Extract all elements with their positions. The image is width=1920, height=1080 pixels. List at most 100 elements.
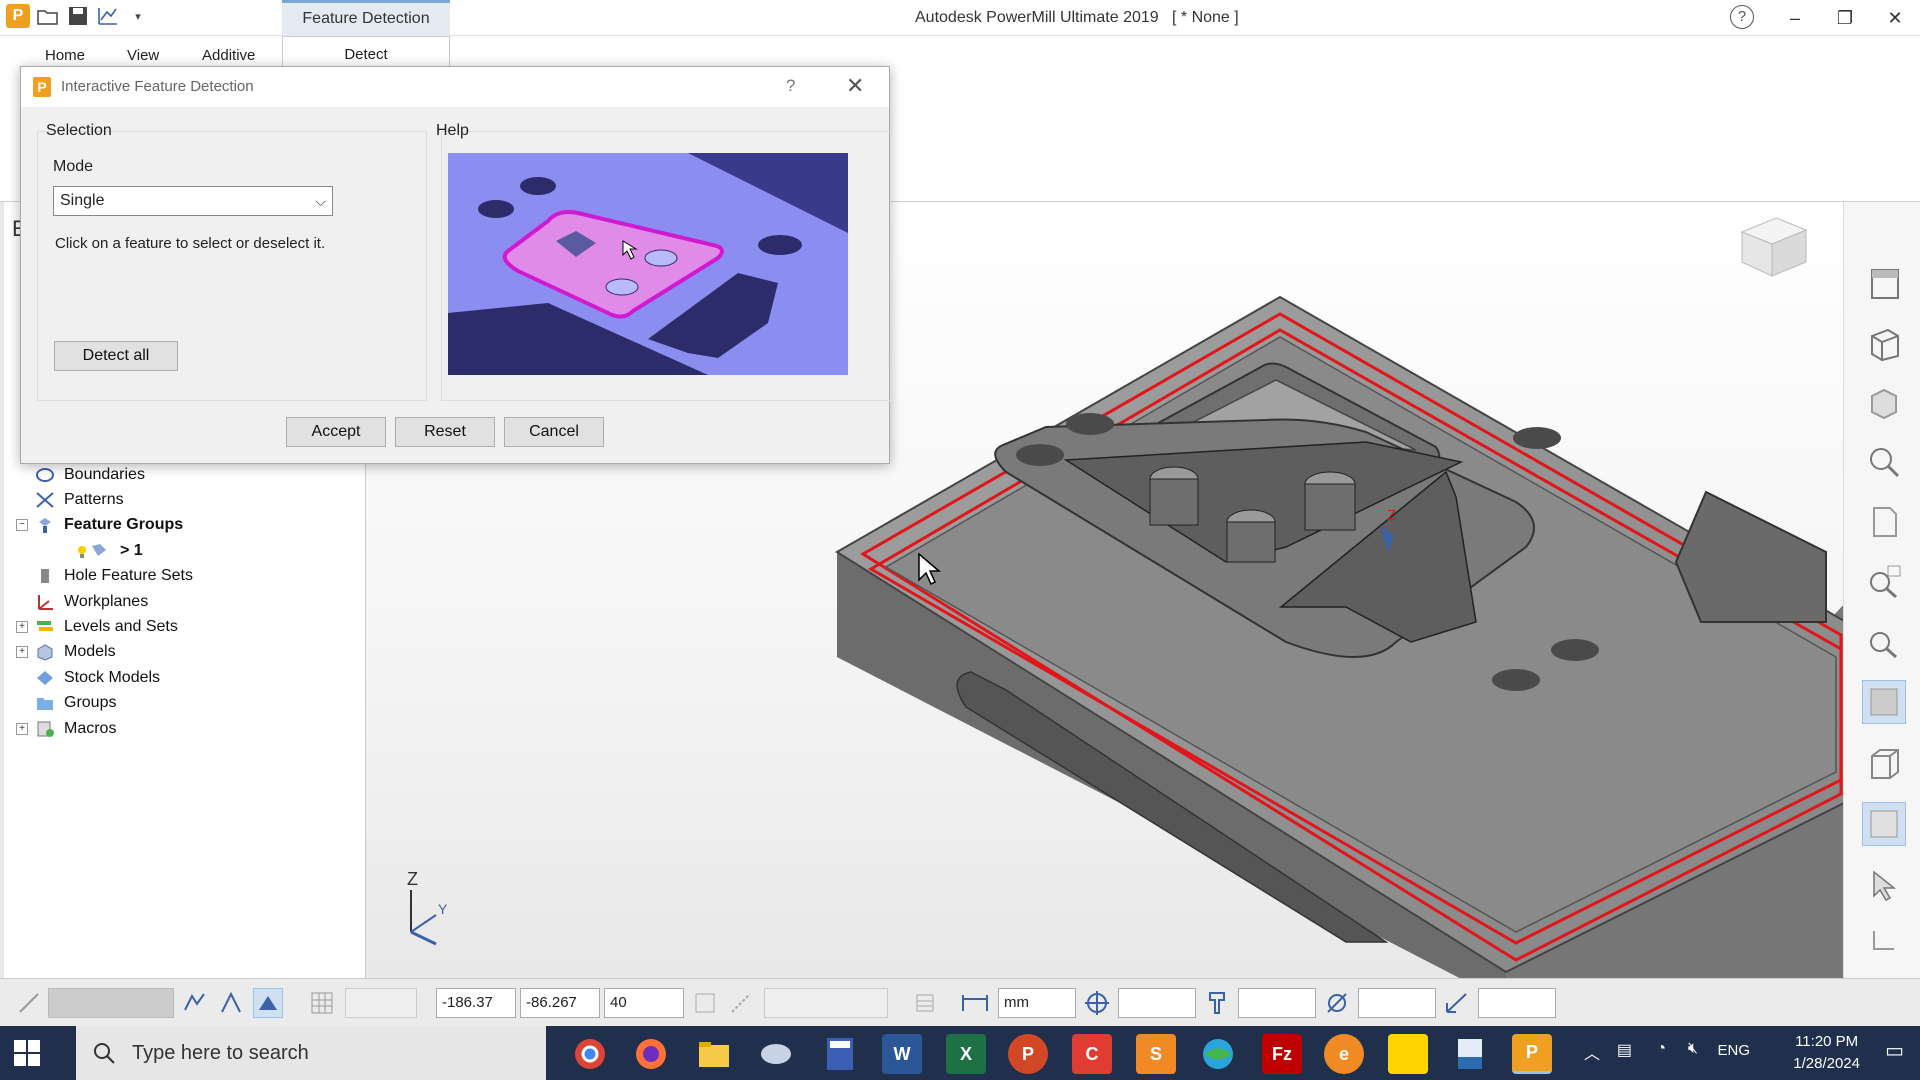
tool-icon[interactable]	[1202, 988, 1232, 1018]
taskbar-search[interactable]: Type here to search	[76, 1026, 546, 1080]
camtasia-icon[interactable]: C	[1072, 1034, 1112, 1074]
tray-expand-icon[interactable]: ︿	[1584, 1040, 1600, 1064]
zoom-box-icon[interactable]	[1862, 560, 1906, 604]
coordinate-mode-icon[interactable]	[690, 988, 720, 1018]
diameter-icon[interactable]	[1322, 988, 1352, 1018]
zoom-rotate-icon[interactable]	[1862, 440, 1906, 484]
undo-view-icon[interactable]	[1862, 917, 1906, 961]
tree-item-levels[interactable]: + Levels and Sets	[16, 614, 193, 639]
file-explorer-icon[interactable]	[694, 1034, 734, 1074]
wireframe-mode-icon[interactable]	[1862, 742, 1906, 786]
dialog-help-button[interactable]: ?	[786, 76, 795, 96]
sticky-notes-icon[interactable]	[1388, 1034, 1428, 1074]
tree-item-boundary[interactable]: Boundaries	[16, 462, 193, 487]
chart-dropdown-icon[interactable]	[96, 4, 120, 28]
language-indicator[interactable]: ENG	[1717, 1042, 1750, 1059]
tree-item-workplane[interactable]: Workplanes	[16, 589, 193, 614]
grid-spacing-field[interactable]	[345, 988, 417, 1018]
view-iso-shaded-icon[interactable]	[1862, 382, 1906, 426]
mode-select[interactable]: Single ⌵	[53, 186, 333, 216]
units-ruler-icon[interactable]	[960, 988, 990, 1018]
excel-icon[interactable]: X	[946, 1034, 986, 1074]
z-coordinate-field[interactable]: 40	[604, 988, 684, 1018]
tree-item-hole-feature[interactable]: Hole Feature Sets	[16, 564, 193, 589]
workplane-selector[interactable]	[48, 988, 174, 1018]
reset-button[interactable]: Reset	[395, 417, 495, 447]
volume-muted-icon[interactable]: 🔇︎	[1688, 1040, 1698, 1058]
close-button[interactable]: ✕	[1870, 0, 1920, 36]
measure-icon[interactable]	[726, 988, 756, 1018]
view-cube[interactable]	[1740, 217, 1808, 277]
workplane-icon	[34, 592, 56, 612]
select-arrow-icon[interactable]	[1862, 864, 1906, 908]
save-icon[interactable]	[66, 4, 90, 28]
tab-view[interactable]: View	[127, 36, 159, 70]
snagit-icon[interactable]: S	[1136, 1034, 1176, 1074]
stepover-field[interactable]	[1478, 988, 1556, 1018]
app-orange-icon[interactable]: e	[1324, 1034, 1364, 1074]
tree-item-folder[interactable]: Groups	[16, 691, 193, 716]
tree-item-stock-model[interactable]: Stock Models	[16, 665, 193, 690]
powerpoint-icon[interactable]: P	[1008, 1034, 1048, 1074]
app-shell-icon[interactable]	[756, 1034, 796, 1074]
open-folder-icon[interactable]	[36, 4, 60, 28]
filezilla-icon[interactable]: Fz	[1262, 1034, 1302, 1074]
expand-icon[interactable]: +	[16, 646, 28, 659]
restore-button[interactable]: ❐	[1820, 0, 1870, 36]
app-logo-icon[interactable]: P	[6, 4, 30, 28]
tab-detect[interactable]: Detect	[282, 36, 450, 70]
y-coordinate-field[interactable]: -86.267	[520, 988, 600, 1018]
tree-item-feature-group[interactable]: − Feature Groups	[16, 513, 193, 538]
view-iso-wire-icon[interactable]	[1862, 322, 1906, 366]
x-coordinate-field[interactable]: -186.37	[436, 988, 516, 1018]
document-app-icon[interactable]	[1450, 1034, 1490, 1074]
minimize-button[interactable]: –	[1770, 0, 1820, 36]
stepover-icon[interactable]	[1442, 988, 1472, 1018]
grid-icon[interactable]	[307, 988, 337, 1018]
globe-app-icon[interactable]	[1198, 1034, 1238, 1074]
zoom-window-icon[interactable]	[1862, 620, 1906, 664]
crosshair-icon[interactable]	[1082, 988, 1112, 1018]
search-placeholder: Type here to search	[132, 1041, 309, 1064]
powermill-taskbar-icon[interactable]: P	[1512, 1034, 1552, 1074]
help-icon[interactable]: ?	[1730, 5, 1754, 29]
refresh-page-icon[interactable]	[1862, 500, 1906, 544]
qat-customize-icon[interactable]: ▾	[126, 4, 150, 28]
units-field[interactable]: mm	[998, 988, 1076, 1018]
tree-item-macro[interactable]: + Macros	[16, 716, 193, 741]
snap-y-icon[interactable]	[216, 988, 246, 1018]
tab-additive[interactable]: Additive	[202, 36, 255, 70]
snap-x-icon[interactable]	[180, 988, 210, 1018]
cancel-button[interactable]: Cancel	[504, 417, 604, 447]
clock[interactable]: 11:20 PM 1/28/2024	[1793, 1031, 1860, 1075]
tolerance-field[interactable]	[1118, 988, 1196, 1018]
tool-field[interactable]	[1238, 988, 1316, 1018]
detect-all-button[interactable]: Detect all	[54, 341, 178, 371]
view-top-icon[interactable]	[1862, 262, 1906, 306]
chrome-icon[interactable]	[570, 1034, 610, 1074]
notifications-icon[interactable]: ▭	[1885, 1038, 1904, 1063]
calculator-icon[interactable]	[820, 1034, 860, 1074]
expand-icon[interactable]: +	[16, 621, 28, 634]
translucent-mode-icon[interactable]	[1862, 802, 1906, 846]
accept-button[interactable]: Accept	[286, 417, 386, 447]
tray-app-icon[interactable]: ▤	[1617, 1040, 1632, 1060]
expand-icon[interactable]: +	[16, 722, 28, 735]
wifi-icon[interactable]: ◔	[1656, 1040, 1666, 1058]
tree-item-model[interactable]: + Models	[16, 640, 193, 665]
list-icon[interactable]	[910, 988, 940, 1018]
tab-home[interactable]: Home	[45, 36, 85, 70]
diameter-field[interactable]	[1358, 988, 1436, 1018]
sketch-icon[interactable]	[14, 988, 44, 1018]
tree-item-feature-group-child[interactable]: > 1	[16, 538, 193, 563]
shaded-mode-icon[interactable]	[1862, 680, 1906, 724]
collapse-icon[interactable]: −	[16, 519, 28, 532]
word-icon[interactable]: W	[882, 1034, 922, 1074]
dialog-close-icon[interactable]: ✕	[846, 73, 864, 99]
snap-z-icon[interactable]	[253, 988, 283, 1018]
measure-field[interactable]	[764, 988, 888, 1018]
firefox-icon[interactable]	[631, 1034, 671, 1074]
tree-item-pattern[interactable]: Patterns	[16, 487, 193, 512]
windows-start-icon[interactable]	[14, 1040, 40, 1070]
